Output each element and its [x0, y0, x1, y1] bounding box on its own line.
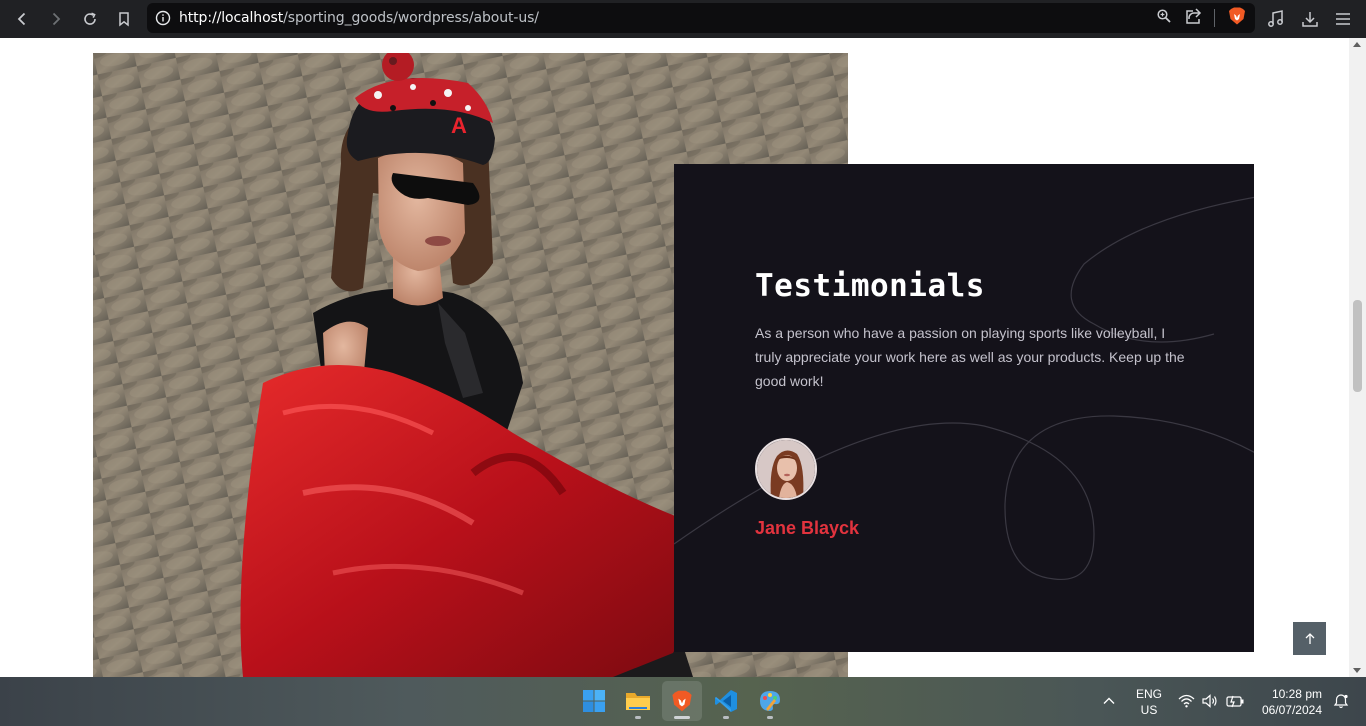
paint-icon[interactable] [750, 681, 790, 721]
battery-icon[interactable] [1225, 693, 1245, 714]
scroll-thumb[interactable] [1353, 300, 1362, 392]
arrow-up-icon [1305, 632, 1314, 644]
forward-icon[interactable] [39, 2, 73, 36]
clock[interactable]: 10:28 pm 06/07/2024 [1252, 686, 1322, 718]
taskbar: ENG US 10:28 pm 06/07/2024 [0, 677, 1366, 726]
svg-text:A: A [451, 113, 467, 138]
reload-icon[interactable] [73, 2, 107, 36]
clock-time: 10:28 pm [1271, 687, 1322, 701]
lang-line2: US [1140, 703, 1158, 717]
share-icon[interactable] [1184, 7, 1202, 30]
testimonial-card: Testimonials As a person who have a pass… [674, 164, 1254, 652]
notification-icon[interactable] [1332, 693, 1350, 714]
file-explorer-icon[interactable] [618, 681, 658, 721]
music-icon[interactable] [1266, 9, 1286, 34]
testimonial-author: Jane Blayck [755, 518, 860, 538]
clock-date: 06/07/2024 [1261, 703, 1322, 717]
bookmark-icon[interactable] [107, 2, 141, 36]
testimonial-quote: As a person who have a passion on playin… [755, 325, 1185, 389]
wifi-icon[interactable] [1178, 693, 1195, 714]
chevron-up-icon[interactable] [1101, 693, 1117, 714]
page-content: A Testimonials As a person who have a pa… [0, 38, 1349, 677]
info-icon[interactable] [147, 10, 179, 26]
active-indicator [674, 716, 690, 719]
browser-toolbar: http://localhost/sporting_goods/wordpres… [0, 0, 1366, 38]
scroll-up-arrow-icon[interactable] [1353, 42, 1361, 47]
url-path: /sporting_goods/wordpress/about-us/ [283, 10, 539, 26]
windows-start-icon[interactable] [574, 681, 614, 721]
testimonial-title: Testimonials [755, 268, 985, 304]
vscode-icon[interactable] [706, 681, 746, 721]
divider [1214, 9, 1215, 27]
url-text[interactable]: http://localhost/sporting_goods/wordpres… [179, 10, 539, 26]
language-indicator[interactable]: ENG US [1133, 686, 1165, 718]
download-icon[interactable] [1300, 9, 1320, 34]
menu-icon[interactable] [1334, 9, 1352, 34]
address-bar[interactable]: http://localhost/sporting_goods/wordpres… [147, 3, 1255, 33]
running-indicator [767, 716, 773, 719]
page-scrollbar[interactable] [1349, 38, 1366, 677]
brave-browser-icon[interactable] [662, 681, 702, 721]
back-icon[interactable] [5, 2, 39, 36]
running-indicator [635, 716, 641, 719]
zoom-icon[interactable] [1156, 8, 1172, 29]
lang-line1: ENG [1135, 687, 1162, 701]
running-indicator [723, 716, 729, 719]
brave-shields-icon[interactable] [1227, 6, 1247, 31]
scroll-down-arrow-icon[interactable] [1353, 668, 1361, 673]
decorative-curves [674, 196, 1254, 581]
scroll-to-top-button[interactable] [1293, 622, 1326, 655]
volume-icon[interactable] [1201, 693, 1218, 714]
url-host: http://localhost [179, 10, 284, 26]
avatar [755, 438, 817, 500]
